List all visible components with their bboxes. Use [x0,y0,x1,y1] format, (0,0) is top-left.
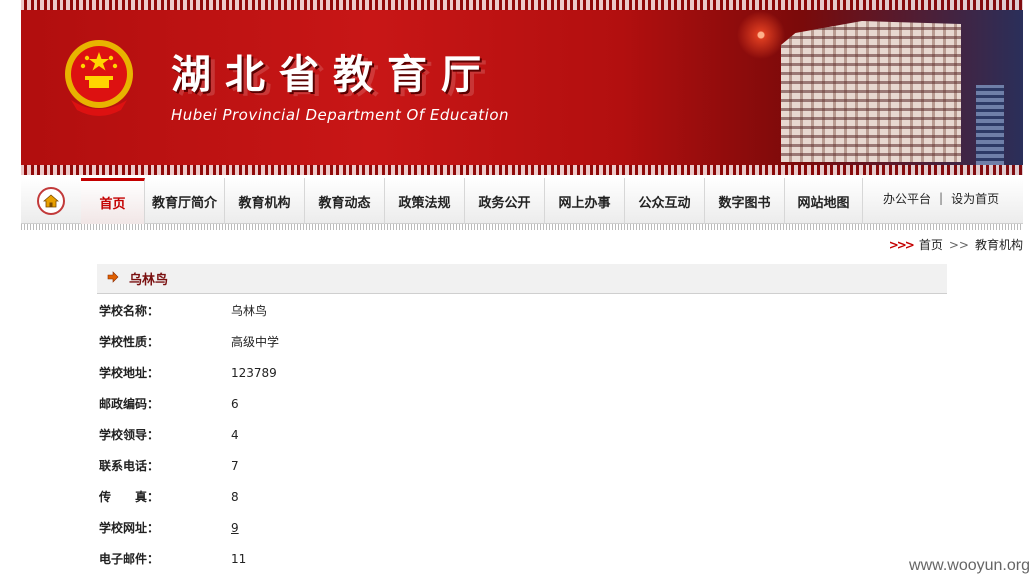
breadcrumb: >>> 首页 >> 教育机构 [889,236,1023,253]
school-website-link[interactable]: 9 [231,521,239,535]
field-label: 传 真： [99,490,160,504]
banner-fret-bottom [21,165,1023,175]
school-info-row: 学校网址： 9 [97,512,947,543]
field-label: 学校性质： [99,335,160,349]
field-label: 学校网址： [99,521,160,535]
watermark-text: www.wooyun.org [909,557,1030,574]
home-icon[interactable] [37,187,65,215]
website-value: 9 [231,521,239,535]
school-address-value: 123789 [231,365,277,380]
building-photo-secondary [976,85,1004,165]
field-label: 学校名称： [99,304,160,318]
school-info-row: 学校领导： 4 [97,419,947,450]
breadcrumb-separator: >> [948,237,969,252]
school-panel-header: 乌林鸟 [97,264,947,294]
nav-right-links: 办公平台 | 设为首页 [883,178,999,218]
main-nav: 首页 教育厅简介 教育机构 教育动态 政策法规 政务公开 网上办事 公众互动 数… [21,178,1023,224]
firework-decoration [736,10,786,60]
school-info-row: 传 真： 8 [97,481,947,512]
school-info-table: 学校名称： 乌林鸟 学校性质： 高级中学 学校地址： 123789 邮政编码： … [97,295,947,574]
email-value: 11 [231,551,247,566]
field-label: 电子邮件： [99,552,160,566]
field-label: 联系电话： [99,459,160,473]
school-info-row: 学校性质： 高级中学 [97,326,947,357]
banner-fret-top [21,0,1023,10]
nav-separator: | [939,191,944,205]
nav-item-home[interactable]: 首页 [81,178,145,224]
field-label: 邮政编码： [99,397,160,411]
office-platform-link[interactable]: 办公平台 [883,190,931,207]
school-info-row: 邮政编码： 6 [97,388,947,419]
field-label: 学校领导： [99,428,160,442]
phone-value: 7 [231,458,239,473]
postal-code-value: 6 [231,396,239,411]
fax-value: 8 [231,489,239,504]
nav-item-public-interaction[interactable]: 公众互动 [625,178,705,224]
breadcrumb-current[interactable]: 教育机构 [975,236,1023,253]
school-leader-value: 4 [231,427,239,442]
nav-item-institutions[interactable]: 教育机构 [225,178,305,224]
school-name-value: 乌林鸟 [231,304,268,318]
breadcrumb-arrows-icon: >>> [888,237,915,252]
site-title-english: Hubei Provincial Department Of Education [171,106,510,124]
school-info-row: 联系电话： 7 [97,450,947,481]
nav-dotted-divider [21,224,1023,230]
nav-item-about[interactable]: 教育厅简介 [145,178,225,224]
school-info-row: 学校地址： 123789 [97,357,947,388]
nav-item-sitemap[interactable]: 网站地图 [785,178,863,224]
site-title-chinese: 湖北省教育厅 [171,52,495,98]
nav-item-policy[interactable]: 政策法规 [385,178,465,224]
set-homepage-link[interactable]: 设为首页 [951,190,999,207]
school-info-row: 电子邮件： 11 [97,543,947,574]
national-emblem-icon [61,38,137,120]
nav-item-news[interactable]: 教育动态 [305,178,385,224]
school-name-heading: 乌林鸟 [129,273,169,288]
nav-item-digital-library[interactable]: 数字图书 [705,178,785,224]
school-type-value: 高级中学 [231,335,280,349]
building-photo [781,21,961,162]
nav-item-gov-affairs[interactable]: 政务公开 [465,178,545,224]
field-label: 学校地址： [99,366,160,380]
nav-item-online-services[interactable]: 网上办事 [545,178,625,224]
school-info-row: 学校名称： 乌林鸟 [97,295,947,326]
site-banner: 湖北省教育厅 Hubei Provincial Department Of Ed… [21,0,1023,175]
arrow-right-icon [107,271,119,286]
breadcrumb-home-link[interactable]: 首页 [919,236,943,253]
